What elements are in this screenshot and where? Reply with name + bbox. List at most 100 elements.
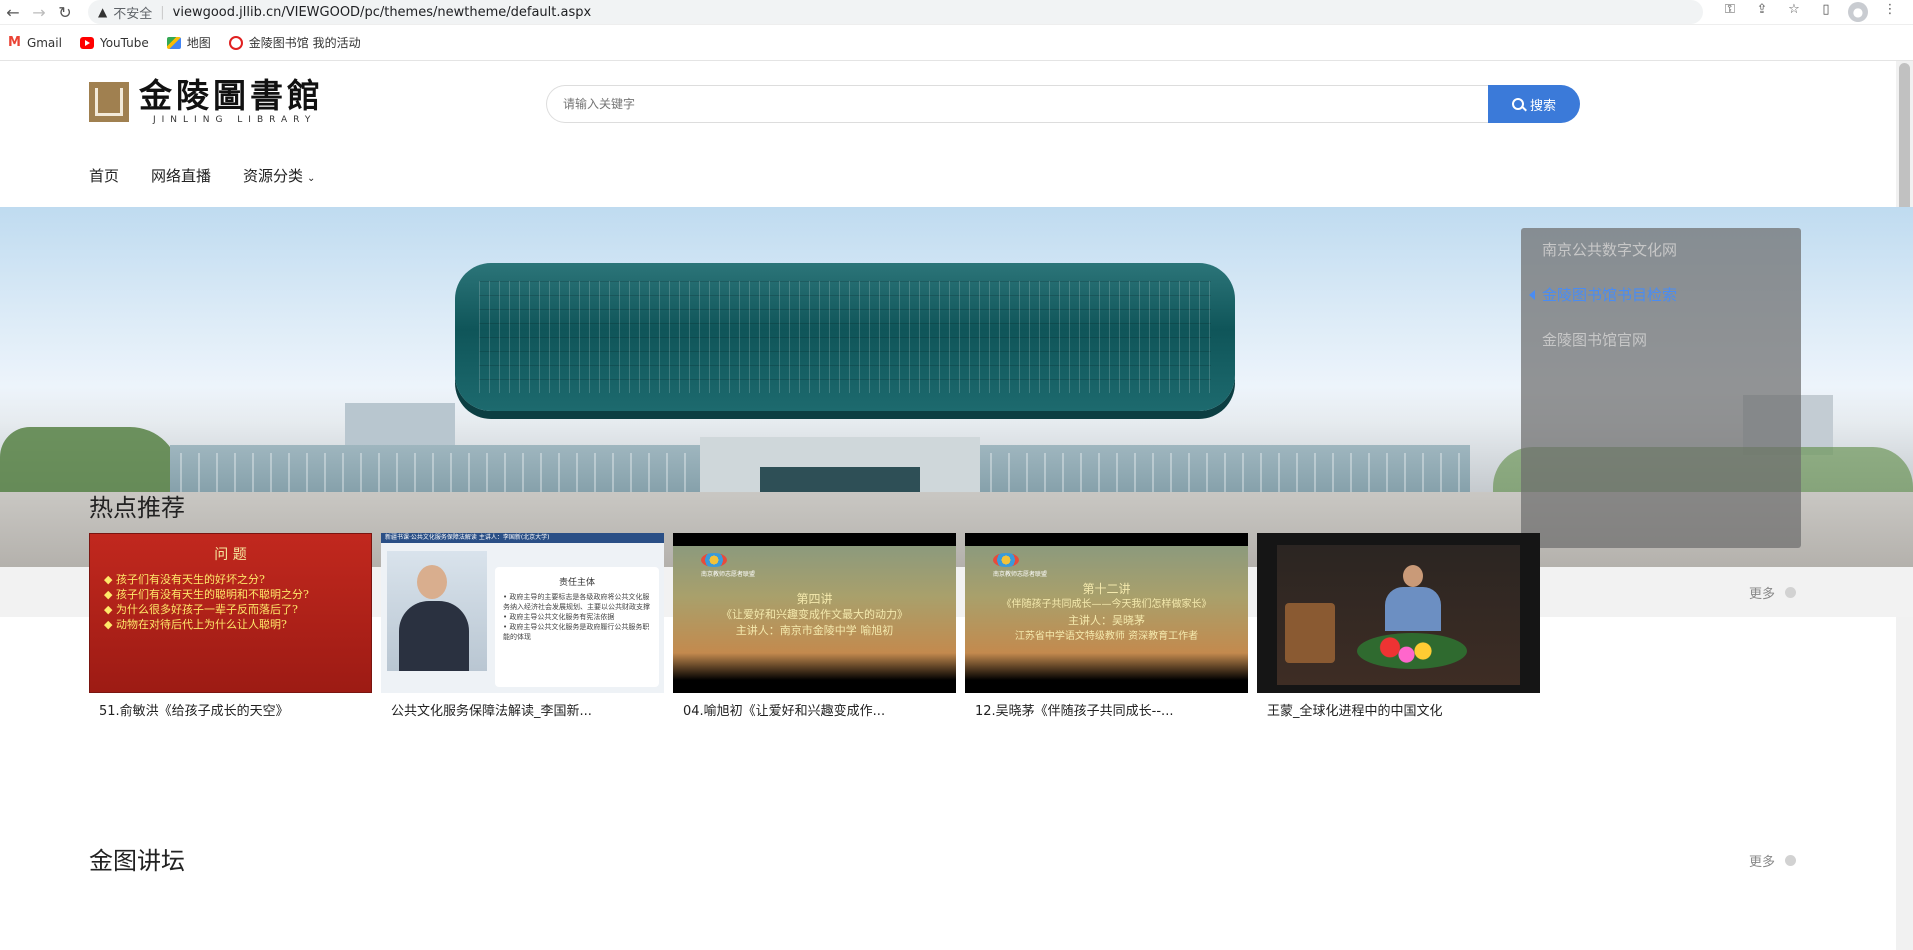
menu-item-categories-label: 资源分类	[243, 167, 304, 185]
main-menu: 首页 网络直播 资源分类 ⌄	[89, 165, 315, 186]
thumb-line: 江苏省中学语文特级教师 资深教育工作者	[1014, 631, 1199, 642]
forum-section-title: 金图讲坛	[89, 847, 185, 875]
thumb-line: 第四讲	[796, 592, 833, 606]
bookmark-label: 地图	[186, 36, 211, 50]
thumb-line: 主讲人：南京市金陵中学 喻旭初	[735, 624, 894, 637]
lecturer-image	[387, 551, 487, 671]
forward-arrow-icon[interactable]: →	[26, 3, 52, 22]
video-card[interactable]: 南京教师志愿者联盟 第十二讲 《伴随孩子共同成长——今天我们怎样做家长》 主讲人…	[965, 533, 1248, 719]
profile-icon[interactable]: ●	[1845, 2, 1871, 22]
side-panel-icon[interactable]: ▯	[1813, 2, 1839, 22]
quick-links-panel: 南京公共数字文化网 金陵图书馆书目检索 金陵图书馆官网	[1521, 228, 1801, 548]
insecure-label: 不安全	[113, 6, 153, 22]
volunteer-logo-icon	[993, 553, 1019, 567]
chevron-down-icon: ⌄	[307, 173, 316, 184]
notice-more-link[interactable]: 更多	[1749, 583, 1796, 602]
back-arrow-icon[interactable]: ←	[0, 3, 26, 22]
menu-item-live[interactable]: 网络直播	[151, 165, 211, 186]
hot-video-list: 问 题 ◆ 孩子们有没有天生的好坏之分? ◆ 孩子们有没有天生的聪明和不聪明之分…	[89, 533, 1540, 719]
hero-banner: 南京公共数字文化网 金陵图书馆书目检索 金陵图书馆官网	[0, 207, 1913, 567]
thumb-line: 主讲人：吴晓茅	[1068, 614, 1145, 627]
thumb-line: ◆ 孩子们有没有天生的聪明和不聪明之分?	[104, 588, 309, 601]
video-thumbnail[interactable]	[1257, 533, 1540, 693]
quick-link-official-site[interactable]: 金陵图书馆官网	[1521, 326, 1801, 371]
search-button[interactable]: 搜索	[1488, 85, 1580, 123]
search-button-label: 搜索	[1529, 98, 1556, 114]
page-content: 金陵圖書館 JINLING LIBRARY 搜索 首页 网络直播 资源分类⌄ 南…	[0, 61, 1913, 950]
site-logo[interactable]: 金陵圖書館 JINLING LIBRARY	[89, 79, 324, 125]
search-box: 搜索	[546, 85, 1580, 123]
video-caption[interactable]: 公共文化服务保障法解读_李国新...	[381, 700, 664, 719]
youtube-icon	[79, 36, 94, 49]
bookmark-maps[interactable]: 地图	[166, 34, 211, 51]
gmail-icon: M	[8, 35, 21, 50]
video-caption[interactable]: 51.俞敏洪《给孩子成长的天空》	[89, 700, 372, 719]
logo-chinese-text: 金陵圖書館	[139, 76, 324, 115]
bookmark-gmail[interactable]: M Gmail	[8, 35, 62, 50]
url-text[interactable]: viewgood.jllib.cn/VIEWGOOD/pc/themes/new…	[173, 5, 592, 20]
video-caption[interactable]: 04.喻旭初《让爱好和兴趣变成作...	[673, 700, 956, 719]
chair-image	[1285, 603, 1335, 663]
thumb-line: • 政府主导公共文化服务有宪法依据	[503, 613, 615, 621]
video-thumbnail[interactable]: 南京教师志愿者联盟 第四讲 《让爱好和兴趣变成作文最大的动力》 主讲人：南京市金…	[673, 533, 956, 693]
quick-link-catalog-search[interactable]: 金陵图书馆书目检索	[1521, 281, 1801, 326]
thumb-line: 《让爱好和兴趣变成作文最大的动力》	[721, 608, 908, 621]
maps-icon	[166, 36, 181, 49]
video-thumbnail[interactable]: 问 题 ◆ 孩子们有没有天生的好坏之分? ◆ 孩子们有没有天生的聪明和不聪明之分…	[89, 533, 372, 693]
site-header: 金陵圖書館 JINLING LIBRARY 搜索 首页 网络直播 资源分类⌄	[0, 61, 1913, 207]
thumb-line: ◆ 孩子们有没有天生的好坏之分?	[104, 573, 265, 586]
jinling-icon	[228, 35, 243, 50]
thumb-line: 第十二讲	[1082, 582, 1131, 596]
more-label: 更多	[1748, 586, 1775, 602]
video-card[interactable]: 南京教师志愿者联盟 第四讲 《让爱好和兴趣变成作文最大的动力》 主讲人：南京市金…	[673, 533, 956, 719]
menu-item-home[interactable]: 首页	[89, 165, 119, 186]
more-label: 更多	[1748, 855, 1775, 870]
video-card[interactable]: 新疆书课·公共文化服务保障法解读 主讲人：李国新(北京大学) 责任主体 • 政府…	[381, 533, 664, 719]
hot-section-title: 热点推荐	[89, 494, 185, 522]
address-bar[interactable]: ▲ 不安全 | viewgood.jllib.cn/VIEWGOOD/pc/th…	[88, 0, 1703, 24]
bookmark-label: 金陵图书馆 我的活动	[248, 36, 361, 50]
search-icon	[1511, 98, 1524, 110]
thumb-small-label: 南京教师志愿者联盟	[701, 571, 756, 578]
bookmark-label: YouTube	[99, 35, 149, 50]
thumb-title: 问 题	[214, 547, 247, 563]
warning-icon: ▲	[98, 5, 108, 19]
menu-item-categories[interactable]: 资源分类 ⌄	[243, 165, 315, 186]
video-caption[interactable]: 12.吴晓茅《伴随孩子共同成长--...	[965, 700, 1248, 719]
bookmarks-bar: M Gmail YouTube 地图 金陵图书馆 我的活动	[0, 25, 1913, 61]
video-card[interactable]: 王蒙_全球化进程中的中国文化	[1257, 533, 1540, 719]
volunteer-logo-icon	[701, 553, 727, 567]
more-dot-icon	[1785, 586, 1796, 598]
forum-more-link[interactable]: 更多	[1749, 851, 1796, 870]
library-logo-icon	[89, 82, 129, 122]
video-card[interactable]: 问 题 ◆ 孩子们有没有天生的好坏之分? ◆ 孩子们有没有天生的聪明和不聪明之分…	[89, 533, 372, 719]
bookmark-star-icon[interactable]: ☆	[1781, 2, 1807, 22]
video-thumbnail[interactable]: 南京教师志愿者联盟 第十二讲 《伴随孩子共同成长——今天我们怎样做家长》 主讲人…	[965, 533, 1248, 693]
thumb-line: • 政府主导的主要标志是各级政府将公共文化服务纳入经济社会发展规划、主要以公共财…	[503, 593, 650, 611]
search-input[interactable]	[546, 85, 1488, 123]
bookmark-jinling[interactable]: 金陵图书馆 我的活动	[228, 34, 361, 51]
thumb-small-label: 南京教师志愿者联盟	[993, 571, 1048, 578]
more-dot-icon	[1785, 855, 1796, 866]
menu-icon[interactable]: ⋮	[1877, 2, 1903, 22]
thumb-header-bar: 新疆书课·公共文化服务保障法解读 主讲人：李国新(北京大学)	[381, 533, 664, 543]
video-caption[interactable]: 王蒙_全球化进程中的中国文化	[1257, 700, 1540, 719]
thumb-line: ◆ 为什么很多好孩子一辈子反而落后了?	[104, 603, 298, 616]
thumb-line: 《伴随孩子共同成长——今天我们怎样做家长》	[1001, 599, 1212, 610]
bookmark-label: Gmail	[26, 35, 62, 50]
share-icon[interactable]: ⇪	[1749, 2, 1775, 22]
speaker-image	[1377, 565, 1447, 635]
logo-english-text: JINLING LIBRARY	[153, 115, 317, 125]
bookmark-youtube[interactable]: YouTube	[79, 35, 149, 50]
key-icon[interactable]: ⚿	[1717, 2, 1743, 22]
quick-link-culture-net[interactable]: 南京公共数字文化网	[1521, 236, 1801, 281]
video-thumbnail[interactable]: 新疆书课·公共文化服务保障法解读 主讲人：李国新(北京大学) 责任主体 • 政府…	[381, 533, 664, 693]
banner-trees	[0, 427, 180, 497]
flowers-image	[1357, 633, 1467, 669]
thumb-line: ◆ 动物在对待后代上为什么让人聪明?	[104, 618, 287, 631]
thumb-slide: 责任主体 • 政府主导的主要标志是各级政府将公共文化服务纳入经济社会发展规划、主…	[495, 567, 659, 687]
reload-icon[interactable]: ↻	[52, 3, 78, 22]
thumb-title: 责任主体	[558, 578, 595, 588]
browser-toolbar: ← → ↻ ▲ 不安全 | viewgood.jllib.cn/VIEWGOOD…	[0, 0, 1913, 25]
banner-building-disc	[455, 263, 1235, 411]
